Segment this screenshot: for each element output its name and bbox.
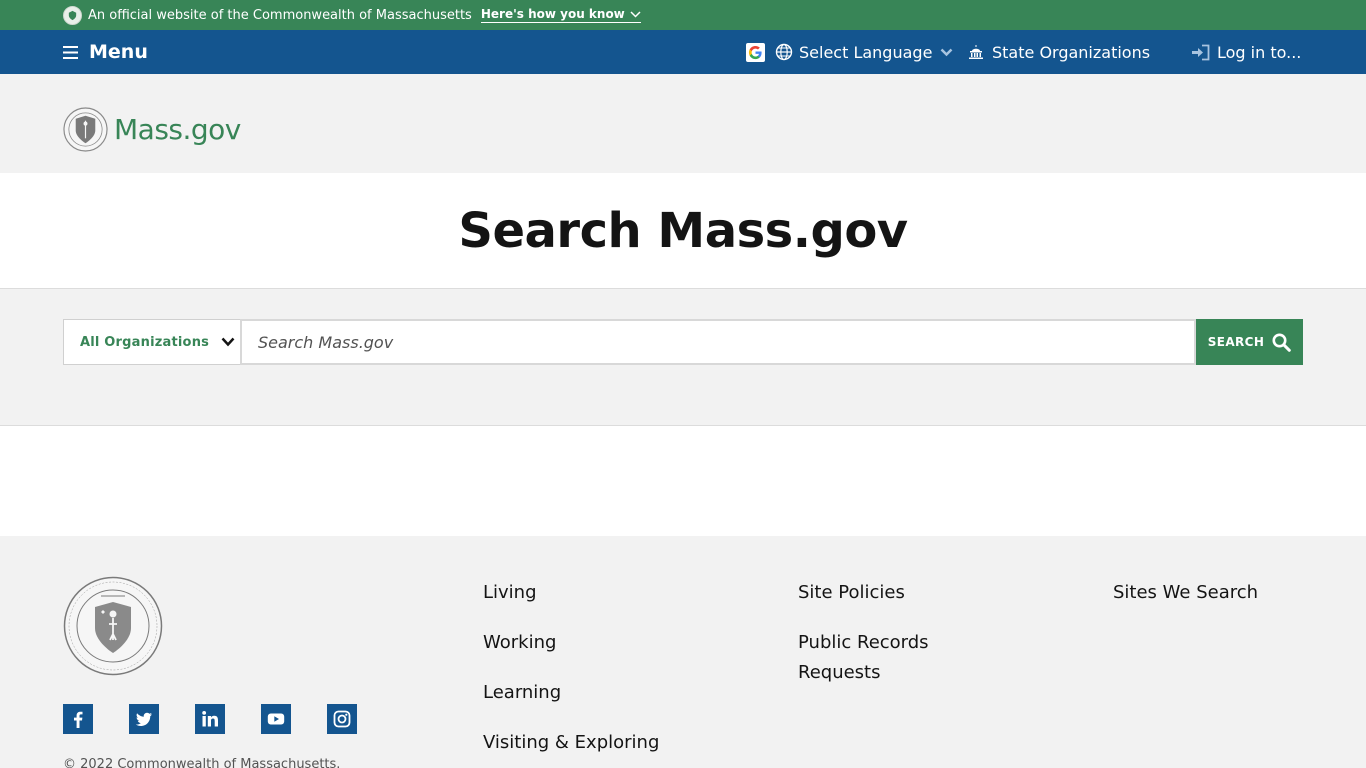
footer-nav-column-2: Site Policies Public Records Requests — [798, 578, 968, 708]
mass-gov-wordmark: Mass.gov — [114, 113, 241, 146]
twitter-icon — [135, 712, 152, 726]
search-button[interactable]: SEARCH — [1196, 319, 1303, 365]
facebook-link[interactable] — [63, 704, 93, 734]
footer-link-working[interactable]: Working — [483, 628, 659, 658]
how-you-know-label: Here's how you know — [480, 7, 625, 21]
state-seal-icon — [63, 107, 108, 152]
mass-gov-logo-link[interactable]: Mass.gov — [63, 107, 241, 152]
site-footer: © 2022 Commonwealth of Massachusetts. Li… — [0, 536, 1366, 768]
footer-link-sites-we-search[interactable]: Sites We Search — [1113, 578, 1258, 608]
capitol-building-icon — [969, 45, 983, 59]
social-links — [63, 704, 393, 734]
search-input[interactable] — [240, 319, 1196, 365]
select-language-button[interactable]: Select Language — [746, 30, 953, 74]
log-in-label: Log in to... — [1217, 42, 1302, 62]
chevron-down-icon — [221, 337, 235, 347]
state-organizations-button[interactable]: State Organizations — [968, 30, 1150, 74]
state-organizations-label: State Organizations — [992, 42, 1151, 62]
state-seal-icon — [63, 5, 82, 25]
twitter-link[interactable] — [129, 704, 159, 734]
facebook-icon — [74, 711, 83, 728]
log-in-button[interactable]: Log in to... — [1191, 30, 1301, 74]
menu-label: Menu — [89, 41, 148, 63]
organization-filter-select[interactable]: All Organizations — [63, 319, 240, 365]
footer-link-living[interactable]: Living — [483, 578, 659, 608]
search-button-label: SEARCH — [1207, 335, 1265, 349]
utility-nav: Menu Select Language State Organizations… — [0, 30, 1366, 74]
footer-link-visiting-exploring[interactable]: Visiting & Exploring — [483, 728, 659, 758]
how-you-know-toggle[interactable]: Here's how you know — [480, 7, 641, 23]
instagram-icon — [333, 710, 351, 728]
linkedin-link[interactable] — [195, 704, 225, 734]
footer-link-learning[interactable]: Learning — [483, 678, 659, 708]
site-header: Mass.gov — [0, 74, 1366, 173]
footer-nav-column-3: Sites We Search — [1113, 578, 1258, 628]
globe-icon — [775, 43, 793, 61]
instagram-link[interactable] — [327, 704, 357, 734]
footer-link-site-policies[interactable]: Site Policies — [798, 578, 968, 608]
menu-button[interactable]: Menu — [63, 30, 148, 74]
search-form: All Organizations SEARCH — [63, 319, 1303, 365]
official-site-text: An official website of the Commonwealth … — [88, 7, 472, 23]
linkedin-icon — [202, 711, 218, 727]
footer-nav-column-1: Living Working Learning Visiting & Explo… — [483, 578, 659, 768]
youtube-link[interactable] — [261, 704, 291, 734]
footer-link-public-records-requests[interactable]: Public Records Requests — [798, 628, 968, 688]
chevron-down-icon — [941, 48, 953, 56]
youtube-icon — [267, 713, 285, 725]
search-band: All Organizations SEARCH — [0, 289, 1366, 426]
chevron-down-icon — [630, 10, 641, 18]
page-title-band: Search Mass.gov — [0, 173, 1366, 289]
search-icon — [1272, 333, 1292, 352]
official-site-banner: An official website of the Commonwealth … — [0, 0, 1366, 30]
commonwealth-seal-icon — [63, 576, 163, 676]
copyright-text: © 2022 Commonwealth of Massachusetts. — [63, 757, 341, 768]
sign-in-icon — [1192, 44, 1210, 60]
google-translate-icon — [746, 42, 765, 62]
select-language-label: Select Language — [799, 42, 933, 62]
page-title: Search Mass.gov — [458, 202, 908, 259]
organization-filter-label: All Organizations — [80, 334, 210, 350]
hamburger-icon — [63, 45, 78, 59]
